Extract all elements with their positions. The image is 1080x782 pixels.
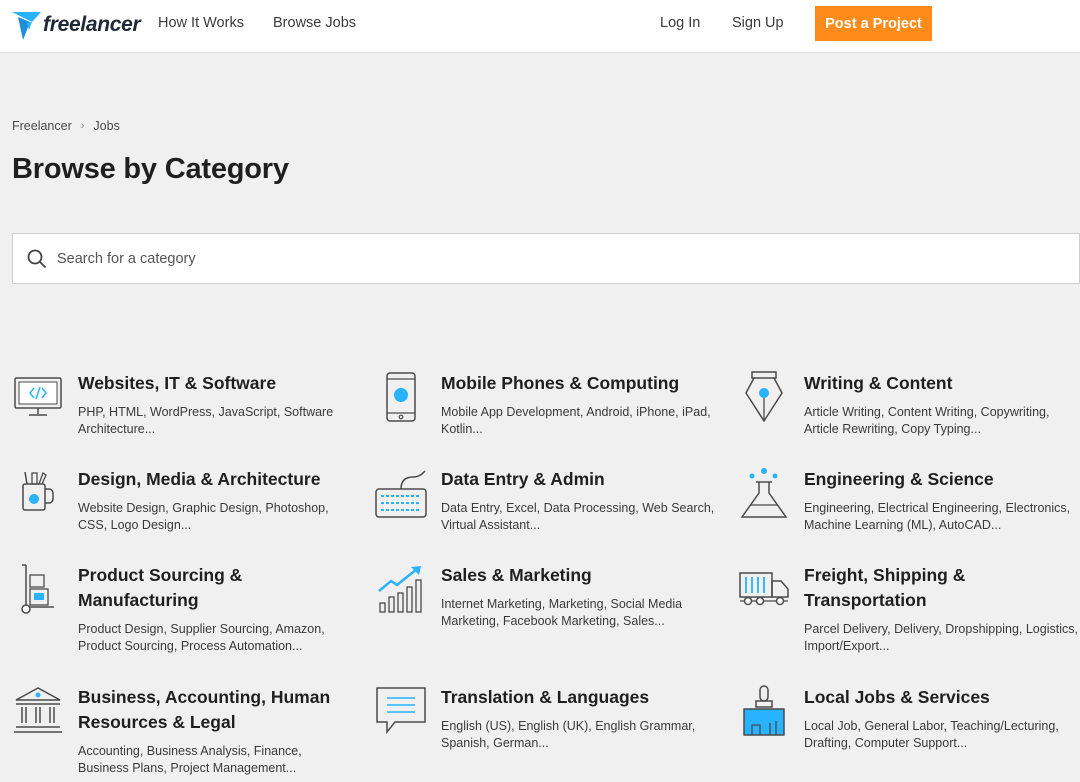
category-description: Accounting, Business Analysis, Finance, …	[78, 744, 302, 775]
category-search-input[interactable]	[57, 250, 957, 267]
category-description: Product Design, Supplier Sourcing, Amazo…	[78, 622, 325, 653]
speech-bubble-icon	[376, 687, 426, 735]
category-description: PHP, HTML, WordPress, JavaScript, Softwa…	[78, 405, 334, 436]
freelancer-logo[interactable]: freelancer	[12, 8, 141, 42]
growth-chart-icon	[378, 566, 422, 613]
page-title: Browse by Category	[12, 153, 289, 185]
category-description: Website Design, Graphic Design, Photosho…	[78, 501, 329, 532]
logo-wordmark: freelancer	[43, 13, 141, 36]
category-title: Design, Media & Architecture	[78, 469, 321, 489]
category-description: Data Entry, Excel, Data Processing, Web …	[441, 501, 715, 532]
signup-link[interactable]: Sign Up	[732, 15, 784, 31]
hand-truck-icon	[21, 564, 54, 614]
freelancer-bird-icon	[12, 12, 41, 40]
breadcrumb-separator-icon: ›	[80, 120, 85, 132]
post-project-button[interactable]: Post a Project	[815, 6, 932, 41]
category-description: Local Job, General Labor, Teaching/Lectu…	[804, 719, 1059, 750]
top-navigation-bar: freelancer How It Works Browse Jobs Log …	[0, 0, 1080, 53]
monitor-code-icon	[14, 377, 62, 416]
category-title: Engineering & Science	[804, 469, 994, 489]
category-engineering-science[interactable]: Engineering & Science Engineering, Elect…	[738, 467, 1080, 537]
pen-nib-icon	[745, 371, 783, 423]
category-title: Mobile Phones & Computing	[441, 373, 680, 393]
truck-icon	[739, 572, 789, 606]
category-title: Business, Accounting, Human Resources & …	[78, 687, 331, 732]
category-mobile-phones-computing[interactable]: Mobile Phones & Computing Mobile App Dev…	[375, 371, 725, 441]
category-description: English (US), English (UK), English Gram…	[441, 719, 696, 750]
category-writing-content[interactable]: Writing & Content Article Writing, Conte…	[738, 371, 1080, 441]
breadcrumb-home-link[interactable]: Freelancer	[12, 119, 72, 133]
category-title: Data Entry & Admin	[441, 469, 605, 489]
breadcrumb: Freelancer › Jobs	[12, 119, 120, 133]
pencil-cup-icon	[22, 471, 54, 511]
category-title: Freight, Shipping & Transportation	[804, 565, 966, 610]
bank-building-icon	[14, 687, 62, 733]
category-description: Article Writing, Content Writing, Copywr…	[804, 405, 1050, 436]
category-description: Engineering, Electrical Engineering, Ele…	[804, 501, 1071, 532]
flask-icon	[740, 468, 788, 518]
category-title: Translation & Languages	[441, 687, 650, 707]
keyboard-icon	[375, 470, 427, 518]
category-title: Websites, IT & Software	[78, 373, 277, 393]
mobile-phone-icon	[386, 372, 416, 422]
category-search-box	[12, 233, 1080, 284]
category-business-accounting-hr-legal[interactable]: Business, Accounting, Human Resources & …	[12, 685, 362, 780]
category-title: Sales & Marketing	[441, 565, 592, 585]
category-local-jobs-services[interactable]: Local Jobs & Services Local Job, General…	[738, 685, 1080, 755]
category-sales-marketing[interactable]: Sales & Marketing Internet Marketing, Ma…	[375, 563, 725, 633]
category-data-entry-admin[interactable]: Data Entry & Admin Data Entry, Excel, Da…	[375, 467, 725, 537]
category-websites-it-software[interactable]: Websites, IT & Software PHP, HTML, WordP…	[12, 371, 362, 441]
search-icon	[27, 249, 46, 268]
login-link[interactable]: Log In	[660, 15, 700, 31]
category-title: Product Sourcing & Manufacturing	[78, 565, 243, 610]
nav-how-it-works[interactable]: How It Works	[158, 15, 244, 31]
category-title: Local Jobs & Services	[804, 687, 990, 707]
category-freight-shipping-transportation[interactable]: Freight, Shipping & Transportation Parce…	[738, 563, 1080, 658]
category-description: Mobile App Development, Android, iPhone,…	[441, 405, 711, 436]
paint-brush-icon	[743, 685, 785, 736]
nav-browse-jobs[interactable]: Browse Jobs	[273, 15, 356, 31]
category-product-sourcing-manufacturing[interactable]: Product Sourcing & Manufacturing Product…	[12, 563, 362, 658]
breadcrumb-current: Jobs	[93, 119, 120, 133]
category-title: Writing & Content	[804, 373, 953, 393]
category-translation-languages[interactable]: Translation & Languages English (US), En…	[375, 685, 725, 755]
category-description: Internet Marketing, Marketing, Social Me…	[441, 597, 683, 628]
category-design-media-architecture[interactable]: Design, Media & Architecture Website Des…	[12, 467, 362, 537]
category-description: Parcel Delivery, Delivery, Dropshipping,…	[804, 622, 1078, 653]
